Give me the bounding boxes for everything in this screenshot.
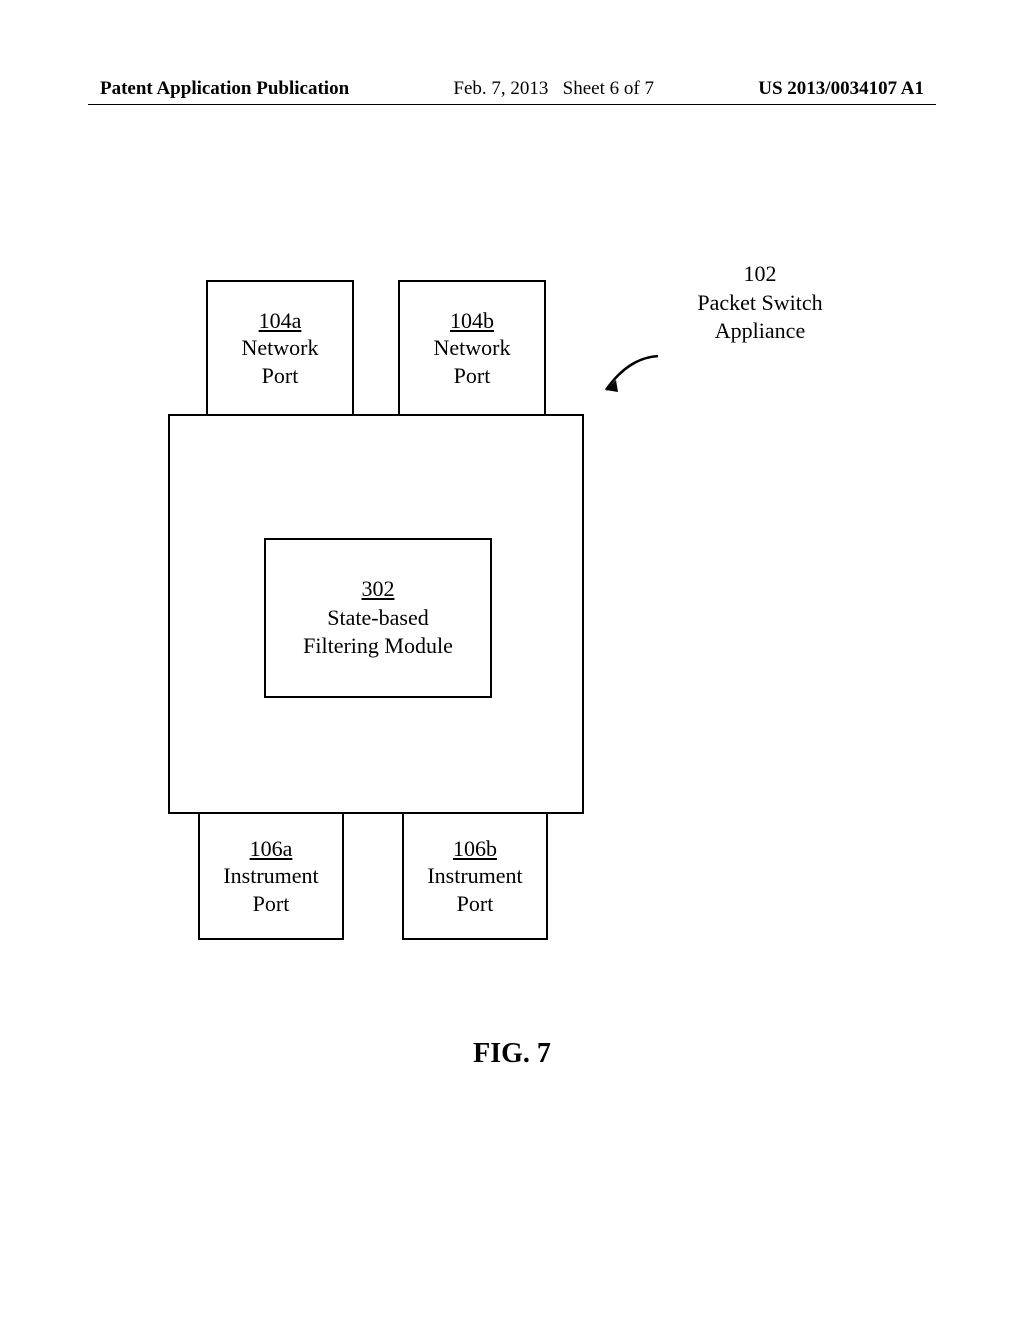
port-label-line: Instrument — [427, 862, 522, 890]
port-label-line: Port — [457, 890, 494, 918]
module-label-line: Filtering Module — [303, 632, 453, 661]
port-ref: 104b — [450, 307, 494, 335]
network-port-104b: 104b Network Port — [398, 280, 546, 416]
network-port-104a: 104a Network Port — [206, 280, 354, 416]
port-label-line: Port — [253, 890, 290, 918]
filtering-module-302: 302 State-based Filtering Module — [264, 538, 492, 698]
port-ref: 104a — [259, 307, 302, 335]
header-rule — [88, 104, 936, 105]
instrument-port-106a: 106a Instrument Port — [198, 812, 344, 940]
port-label-line: Port — [262, 362, 299, 390]
port-ref: 106a — [250, 835, 293, 863]
port-label-line: Port — [454, 362, 491, 390]
instrument-port-106b: 106b Instrument Port — [402, 812, 548, 940]
header-pubnum: US 2013/0034107 A1 — [758, 78, 924, 100]
callout-arrow-icon — [598, 350, 668, 400]
port-label-line: Network — [434, 334, 511, 362]
port-label-line: Network — [242, 334, 319, 362]
header-mid: Feb. 7, 2013 Sheet 6 of 7 — [453, 78, 654, 100]
module-ref: 302 — [362, 575, 395, 604]
callout-ref: 102 — [660, 260, 860, 289]
callout-line: Appliance — [660, 317, 860, 346]
port-label-line: Instrument — [223, 862, 318, 890]
header-left: Patent Application Publication — [100, 78, 349, 100]
callout-line: Packet Switch — [660, 289, 860, 318]
diagram: 104a Network Port 104b Network Port 302 … — [168, 280, 808, 940]
port-ref: 106b — [453, 835, 497, 863]
header-date: Feb. 7, 2013 — [453, 78, 548, 99]
page-header: Patent Application Publication Feb. 7, 2… — [0, 78, 1024, 100]
module-label-line: State-based — [327, 604, 428, 633]
callout-102: 102 Packet Switch Appliance — [660, 260, 860, 346]
figure-caption: FIG. 7 — [0, 1038, 1024, 1070]
header-sheet: Sheet 6 of 7 — [563, 78, 654, 99]
